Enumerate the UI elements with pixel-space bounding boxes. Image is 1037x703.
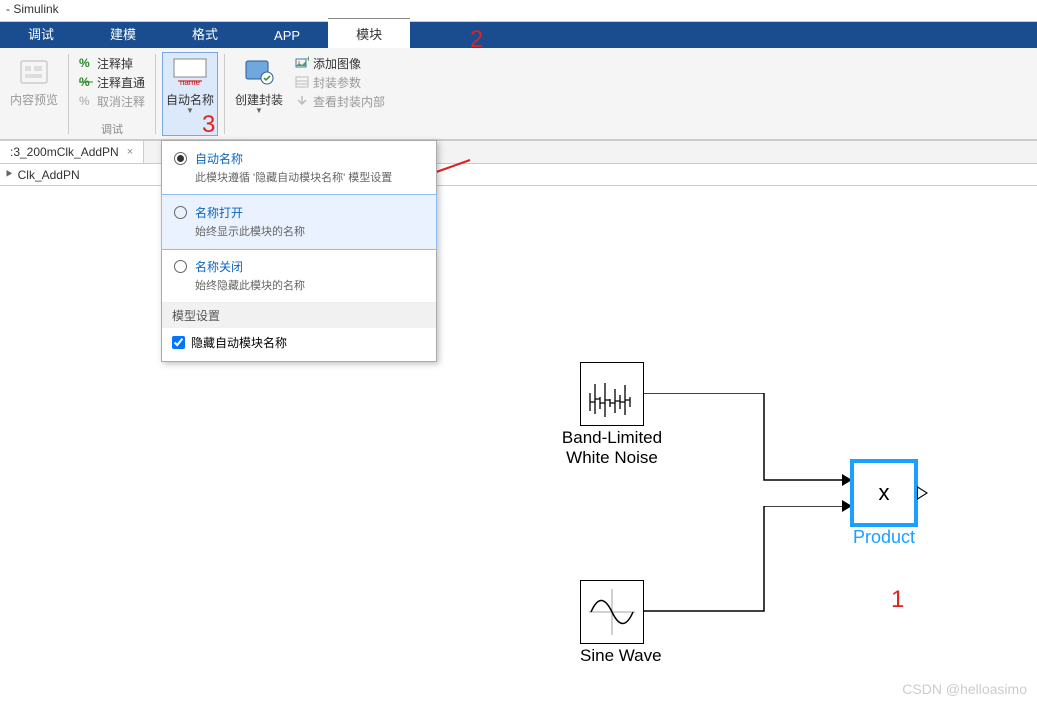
dropdown-option-name-off[interactable]: 名称关闭 始终隐藏此模块的名称 xyxy=(162,249,436,303)
uncomment-icon: % xyxy=(79,94,93,108)
hide-auto-name-checkbox[interactable]: 隐藏自动模块名称 xyxy=(162,328,436,361)
dropdown-option-auto-name[interactable]: 自动名称 此模块遵循 '隐藏自动模块名称' 模型设置 xyxy=(162,141,436,195)
block-icon-product: x xyxy=(852,461,916,525)
comment-out-button[interactable]: % 注释掉 xyxy=(75,54,149,72)
tab-debug[interactable]: 调试 xyxy=(0,19,82,48)
ribbon-tab-strip: 调试 建模 格式 APP 模块 xyxy=(0,22,1037,48)
close-tab-icon[interactable]: × xyxy=(127,146,133,158)
option-title: 自动名称 xyxy=(195,150,392,167)
breadcrumb-text[interactable]: Clk_AddPN xyxy=(18,168,80,182)
add-image-icon: + xyxy=(295,56,309,70)
annotation-2: 2 xyxy=(470,26,483,54)
mask-params-icon xyxy=(295,75,309,89)
model-canvas[interactable]: Band-Limited White Noise Sine Wave x Pro… xyxy=(0,186,1037,703)
sine-wave-block[interactable]: Sine Wave xyxy=(580,580,662,666)
tab-model[interactable]: 建模 xyxy=(82,19,164,48)
add-image-label: 添加图像 xyxy=(313,55,361,72)
content-preview-button[interactable]: 内容预览 xyxy=(6,52,62,136)
percent-icon: % xyxy=(79,56,93,70)
band-limited-white-noise-block[interactable]: Band-Limited White Noise xyxy=(580,362,677,467)
separator xyxy=(155,54,156,134)
preview-icon xyxy=(15,55,53,89)
breadcrumb-row: ⯈ Clk_AddPN xyxy=(0,164,1037,186)
dropdown-option-name-on[interactable]: 名称打开 始终显示此模块的名称 xyxy=(162,195,436,249)
down-arrow-icon xyxy=(295,94,309,108)
checkbox-label: 隐藏自动模块名称 xyxy=(191,334,287,351)
annotation-3: 3 xyxy=(202,111,215,139)
uncomment-label: 取消注释 xyxy=(97,93,145,110)
dropdown-section-header: 模型设置 xyxy=(162,303,436,328)
chevron-down-icon: ▼ xyxy=(186,106,194,115)
radio-checked-icon xyxy=(174,152,187,165)
create-mask-button[interactable]: 创建封装 ▼ xyxy=(231,52,287,136)
separator xyxy=(224,54,225,134)
debug-group-label: 调试 xyxy=(75,121,149,137)
view-mask-inside-button: 查看封装内部 xyxy=(291,92,389,110)
ribbon: 内容预览 % 注释掉 % 注释直通 % 取消注释 调试 name 自动名称 ▼ … xyxy=(0,48,1037,140)
signal-line-sine xyxy=(644,506,854,616)
block-label-sine: Sine Wave xyxy=(580,646,662,666)
block-label-product: Product xyxy=(852,527,916,548)
option-desc: 始终显示此模块的名称 xyxy=(195,223,305,239)
document-tab[interactable]: :3_200mClk_AddPN × xyxy=(0,141,144,163)
preview-label: 内容预览 xyxy=(10,91,58,108)
radio-unchecked-icon xyxy=(174,206,187,219)
block-icon-sine xyxy=(580,580,644,644)
annotation-1: 1 xyxy=(891,586,904,614)
block-label-blwn: Band-Limited White Noise xyxy=(547,428,677,467)
svg-text:+: + xyxy=(306,56,309,64)
option-desc: 此模块遵循 '隐藏自动模块名称' 模型设置 xyxy=(195,169,392,185)
checkbox-input[interactable] xyxy=(172,336,185,349)
create-mask-icon xyxy=(240,55,278,89)
tab-format[interactable]: 格式 xyxy=(164,19,246,48)
mask-params-label: 封装参数 xyxy=(313,74,361,91)
breadcrumb-arrow-icon[interactable]: ⯈ xyxy=(4,167,14,182)
add-image-button[interactable]: + 添加图像 xyxy=(291,54,389,72)
name-field-icon: name xyxy=(171,55,209,89)
chevron-down-icon: ▼ xyxy=(255,106,263,115)
arrow-head-icon xyxy=(842,474,852,486)
view-mask-inside-label: 查看封装内部 xyxy=(313,93,385,110)
comment-through-label: 注释直通 xyxy=(97,74,145,91)
block-icon-blwn xyxy=(580,362,644,426)
document-tab-row: :3_200mClk_AddPN × xyxy=(0,140,1037,164)
svg-text:name: name xyxy=(180,78,201,87)
document-tab-label: :3_200mClk_AddPN xyxy=(10,145,119,159)
product-block[interactable]: x Product xyxy=(852,461,916,548)
percent-through-icon: % xyxy=(79,75,93,89)
uncomment-button: % 取消注释 xyxy=(75,92,149,110)
mask-params-button: 封装参数 xyxy=(291,73,389,91)
separator xyxy=(68,54,69,134)
tab-app[interactable]: APP xyxy=(246,23,328,48)
auto-name-dropdown: 自动名称 此模块遵循 '隐藏自动模块名称' 模型设置 名称打开 始终显示此模块的… xyxy=(161,140,437,362)
output-port-icon xyxy=(917,486,928,500)
comment-through-button[interactable]: % 注释直通 xyxy=(75,73,149,91)
radio-unchecked-icon xyxy=(174,260,187,273)
svg-text:%: % xyxy=(79,56,90,70)
tab-block[interactable]: 模块 xyxy=(328,18,410,48)
option-desc: 始终隐藏此模块的名称 xyxy=(195,277,305,293)
arrow-head-icon xyxy=(842,500,852,512)
watermark: CSDN @helloasimo xyxy=(902,681,1027,697)
product-symbol: x xyxy=(879,480,890,506)
comment-out-label: 注释掉 xyxy=(97,55,133,72)
option-title: 名称关闭 xyxy=(195,258,305,275)
svg-text:%: % xyxy=(79,94,90,108)
option-title: 名称打开 xyxy=(195,204,305,221)
